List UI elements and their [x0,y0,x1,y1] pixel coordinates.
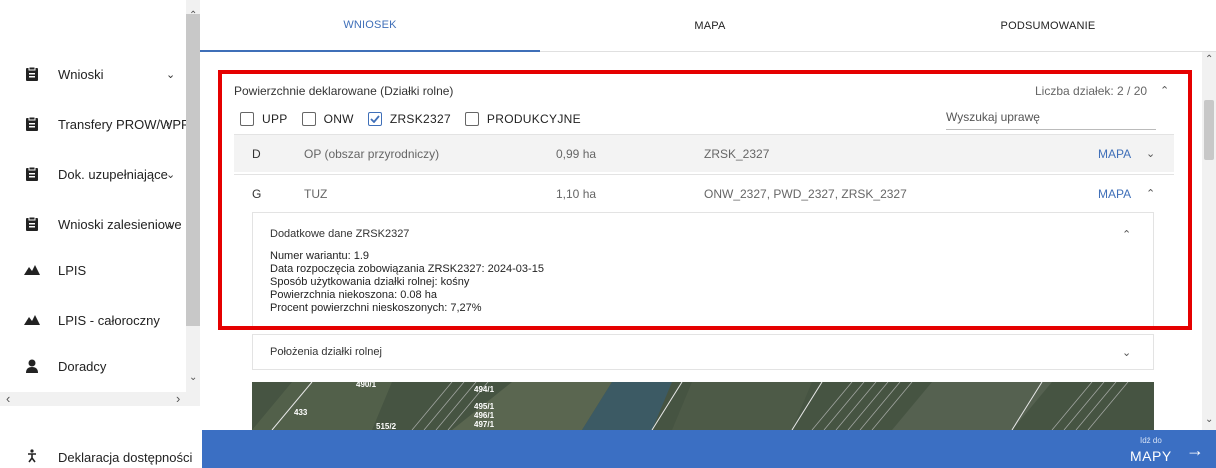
filter-onw-label: ONW [323,112,354,126]
clipboard-icon [24,116,40,132]
detail-line-usage: Sposób użytkowania działki rolnej: kośny [270,276,470,288]
sidebar-item-label: Deklaracja dostępności [58,450,193,465]
scroll-down-icon[interactable]: ⌄ [189,372,197,383]
table-row[interactable]: G TUZ 1,10 ha ONW_2327, PWD_2327, ZRSK_2… [234,174,1174,212]
detail-line-unmown-percent: Procent powierzchni nieskoszonych: 7,27% [270,302,482,314]
main-scrollbar-thumb[interactable] [1204,100,1214,160]
clipboard-icon [24,166,40,182]
row-crop-name: TUZ [304,187,328,201]
detail-line-variant: Numer wariantu: 1.9 [270,250,370,262]
detail-line-unmown-area: Powierzchnia niekoszona: 0.08 ha [270,289,437,301]
crop-search-input[interactable] [946,108,1156,130]
chevron-right-icon: › [166,118,170,130]
filter-onw-checkbox[interactable] [301,112,316,126]
accessibility-icon [24,448,40,464]
row-codes: ONW_2327, PWD_2327, ZRSK_2327 [704,187,907,201]
row-map-link[interactable]: MAPA [1098,187,1131,201]
tab-mapa[interactable]: MAPA [540,0,880,52]
row-codes: ZRSK_2327 [704,147,770,161]
clipboard-icon [24,66,40,82]
sidebar-item-transfery[interactable]: Transfery PROW/WPR › [0,104,190,144]
person-icon [24,358,40,374]
check-icon [370,115,380,123]
chevron-down-icon: ⌄ [166,68,176,81]
scroll-up-icon[interactable]: ⌃ [1205,54,1213,65]
row-letter: G [252,187,262,201]
chevron-up-icon[interactable]: ⌃ [1146,187,1155,200]
sidebar-item-doradcy[interactable]: Doradcy [0,346,186,386]
sidebar-item-wnioski-zalesieniowe[interactable]: Wnioski zalesieniowe ⌄ [0,204,186,244]
sidebar-item-label: LPIS - całoroczny [58,312,160,328]
sidebar-item-label: Wnioski [58,66,104,82]
scroll-down-icon[interactable]: ⌄ [1205,414,1213,425]
filter-checkbox-group: UPP ONW ZRSK2327 PRODUKCYJNE [240,110,595,128]
chevron-down-icon[interactable]: ⌄ [1122,346,1131,359]
chevron-down-icon: ⌄ [166,168,176,181]
map-parcel-label: 497/1 [474,420,495,429]
row-crop-name: OP (obszar przyrodniczy) [304,147,440,161]
app-root: Wnioski ⌄ Transfery PROW/WPR › Dok. uzup… [0,0,1216,468]
additional-data-title: Dodatkowe dane ZRSK2327 [270,228,410,240]
map-parcel-label: 490/1 [356,380,377,389]
collapse-panel-chevron-up-icon[interactable]: ⌃ [1160,84,1169,97]
scroll-up-icon[interactable]: ⌃ [189,10,197,21]
map-parcel-label: 495/1 [474,402,495,411]
detail-line-start-date: Data rozpoczęcia zobowiązania ZRSK2327: … [270,263,544,275]
parcel-location-section[interactable] [252,334,1154,370]
arrow-right-icon[interactable]: → [1186,440,1204,461]
collapse-detail-chevron-up-icon[interactable]: ⌃ [1122,228,1131,241]
sidebar-item-lpis-caloroczny[interactable]: LPIS - całoroczny [0,300,186,340]
sidebar-item-label: Dok. uzupełniające [58,166,168,182]
sidebar-scrollbar-thumb[interactable] [186,14,200,326]
row-area: 0,99 ha [556,147,597,161]
tab-podsumowanie[interactable]: PODSUMOWANIE [880,0,1216,52]
sidebar-item-label: Transfery PROW/WPR [58,116,191,132]
sidebar-item-dok-uzupelniajace[interactable]: Dok. uzupełniające ⌄ [0,154,186,194]
sidebar-item-label: Wnioski zalesieniowe [58,216,182,232]
sidebar-item-deklaracja[interactable]: Deklaracja dostępności [0,440,200,468]
filter-upp-checkbox[interactable] [240,112,254,126]
sidebar-horizontal-scrollbar[interactable] [0,392,200,406]
landscape-icon [24,312,40,328]
map-parcel-label: 433 [294,408,308,417]
scroll-right-icon[interactable]: › [176,391,180,406]
sidebar-item-label: LPIS [58,262,87,278]
filter-upp-label: UPP [262,112,288,126]
row-area: 1,10 ha [556,187,597,201]
map-parcel-label: 494/1 [474,385,495,394]
sidebar-item-label: Doradcy [58,358,107,374]
panel-title: Powierzchnie deklarowane (Działki rolne) [234,84,454,98]
sidebar: Wnioski ⌄ Transfery PROW/WPR › Dok. uzup… [0,0,200,408]
clipboard-icon [24,216,40,232]
filter-produkcyjne-checkbox[interactable] [464,112,479,126]
parcel-location-label: Położenia działki rolnej [270,346,382,358]
row-map-link[interactable]: MAPA [1098,147,1131,161]
sidebar-item-wnioski[interactable]: Wnioski ⌄ [0,54,186,94]
chevron-down-icon[interactable]: ⌄ [1146,147,1155,160]
sidebar-item-lpis[interactable]: LPIS [0,250,186,290]
chevron-down-icon: ⌄ [166,218,176,231]
tab-bar: WNIOSEK MAPA PODSUMOWANIE [200,0,1216,52]
scroll-left-icon[interactable]: ‹ [6,391,10,406]
goto-map-button[interactable]: MAPY [1130,448,1172,464]
table-row[interactable]: D OP (obszar przyrodniczy) 0,99 ha ZRSK_… [234,134,1174,172]
bottom-action-bar[interactable] [202,430,1216,468]
row-letter: D [252,147,261,161]
goto-caption: Idź do [1140,436,1162,445]
tab-wniosek[interactable]: WNIOSEK [200,0,540,52]
map-parcel-label: 496/1 [474,411,495,420]
landscape-icon [24,262,40,278]
filter-zrsk2327-label: ZRSK2327 [389,112,451,126]
filter-zrsk2327-checkbox[interactable] [367,112,382,126]
filter-produkcyjne-label: PRODUKCYJNE [486,112,581,126]
parcel-count: Liczba działek: 2 / 20 [1035,84,1148,98]
